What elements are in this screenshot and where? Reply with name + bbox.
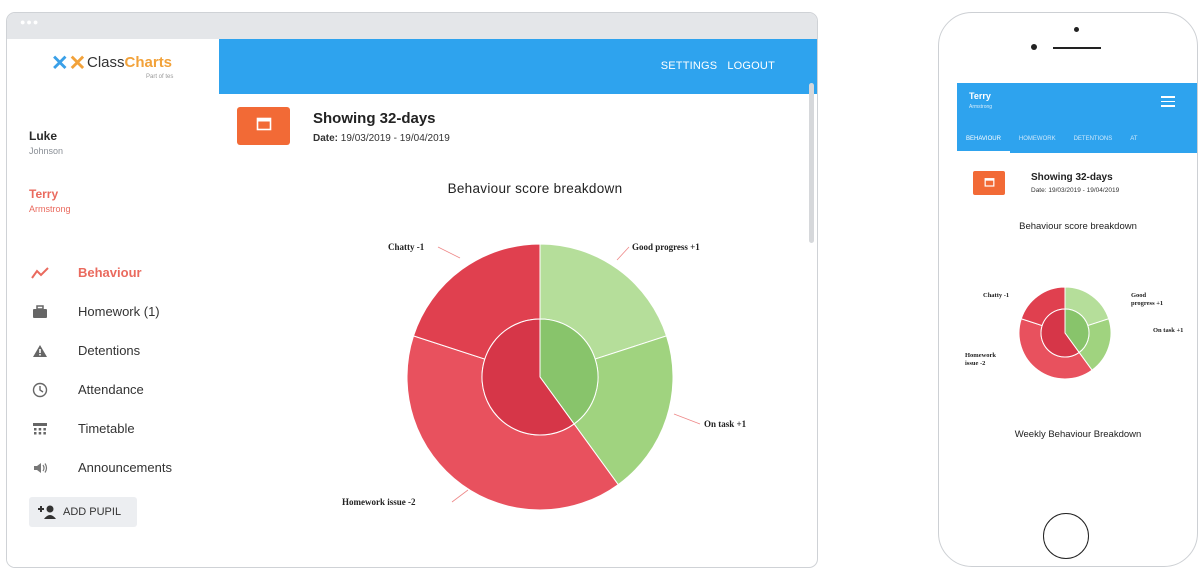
phone-pupil-last-name: Armstrong [969, 104, 993, 110]
sidebar-item-timetable[interactable]: Timetable [7, 409, 219, 448]
phone-pupil-first-name: Terry [969, 91, 991, 101]
sidebar-item-detentions[interactable]: Detentions [7, 331, 219, 370]
logo-wordmark: ClassCharts [87, 54, 173, 71]
pupil-item-terry[interactable]: Terry Armstrong [29, 181, 199, 220]
tab-behaviour[interactable]: BEHAVIOUR [957, 125, 1010, 153]
phone-label-on-task: On task +1 [1153, 327, 1183, 334]
pupil-last-name: Armstrong [29, 204, 71, 214]
calendar-grid-icon [29, 420, 51, 438]
chart-label-on-task: On task +1 [704, 419, 747, 429]
period-date: Date: 19/03/2019 - 19/04/2019 [313, 133, 450, 144]
briefcase-icon [29, 303, 51, 321]
main-scrollbar[interactable] [809, 83, 814, 243]
calendar-icon [256, 116, 272, 136]
phone-header: Terry Armstrong [957, 83, 1197, 125]
phone-speaker [1053, 47, 1101, 49]
sidebar-item-label: Attendance [78, 382, 144, 397]
leader-on-task [673, 413, 701, 425]
phone-label-chatty: Chatty -1 [983, 292, 1009, 299]
browser-title-bar: ●●● [7, 13, 817, 39]
settings-link[interactable]: SETTINGS [661, 60, 718, 72]
logo-subtitle: Part of tes [146, 74, 174, 80]
pupil-first-name: Luke [29, 129, 58, 143]
phone-sensor [1031, 44, 1037, 50]
sidebar-item-label: Timetable [78, 421, 135, 436]
clock-icon [29, 381, 51, 399]
chart-label-chatty: Chatty -1 [388, 242, 425, 252]
phone-label-homework-issue: issue -2 [965, 360, 985, 367]
sidebar-item-label: Homework (1) [78, 304, 160, 319]
add-pupil-button[interactable]: ADD PUPIL [29, 497, 137, 527]
pupil-last-name: Johnson [29, 146, 64, 156]
phone-period-title: Showing 32-days [1031, 172, 1113, 183]
calendar-icon [984, 174, 995, 192]
phone-label-homework: Homework [965, 352, 996, 359]
tab-homework[interactable]: HOMEWORK [1010, 125, 1065, 153]
hamburger-menu-icon[interactable] [1161, 96, 1175, 108]
sidebar-item-behaviour[interactable]: Behaviour [7, 253, 219, 292]
sidebar-item-homework[interactable]: Homework (1) [7, 292, 219, 331]
speaker-icon [29, 459, 51, 477]
phone-label-good: Good [1131, 292, 1147, 299]
phone-screen: Terry Armstrong BEHAVIOUR HOMEWORK DETEN… [957, 83, 1197, 483]
logout-link[interactable]: LOGOUT [727, 60, 775, 72]
phone-behaviour-chart: Chatty -1 Good progress +1 On task +1 Ho… [965, 286, 1183, 380]
sidebar: ✕✕ ClassCharts Part of tes Luke Johnson … [7, 39, 219, 567]
phone-tab-bar: BEHAVIOUR HOMEWORK DETENTIONS AT [957, 125, 1197, 153]
logo-mark-icon: ✕✕ [51, 52, 87, 75]
phone-chart-title: Behaviour score breakdown [1019, 221, 1137, 232]
top-navbar: SETTINGS LOGOUT [219, 39, 817, 94]
sidebar-item-attendance[interactable]: Attendance [7, 370, 219, 409]
sidebar-item-announcements[interactable]: Announcements [7, 448, 219, 487]
sidebar-item-label: Detentions [78, 343, 141, 358]
mobile-phone-frame: Terry Armstrong BEHAVIOUR HOMEWORK DETEN… [938, 12, 1198, 567]
phone-calendar-button[interactable] [973, 171, 1005, 195]
date-range-calendar-button[interactable] [237, 107, 290, 145]
add-user-icon [37, 504, 57, 520]
add-pupil-label: ADD PUPIL [63, 506, 122, 518]
leader-good-progress [616, 246, 630, 261]
phone-period-date: Date: 19/03/2019 - 19/04/2019 [1031, 187, 1120, 194]
trend-line-icon [29, 264, 51, 282]
window-controls[interactable]: ●●● [20, 17, 39, 27]
classcharts-logo[interactable]: ✕✕ ClassCharts Part of tes [51, 49, 191, 83]
pupil-item-luke[interactable]: Luke Johnson [29, 129, 199, 156]
behaviour-score-breakdown-chart: Chatty -1 Good progress +1 On task +1 Ho… [342, 242, 747, 511]
phone-weekly-title: Weekly Behaviour Breakdown [1014, 429, 1142, 440]
chart-label-homework-issue: Homework issue -2 [342, 497, 416, 507]
chart-title: Behaviour score breakdown [447, 181, 623, 196]
phone-home-button[interactable] [1043, 513, 1089, 559]
chart-label-good-progress: Good progress +1 [632, 242, 700, 252]
tab-detentions[interactable]: DETENTIONS [1065, 125, 1122, 153]
phone-camera [1074, 27, 1079, 32]
pupil-first-name: Terry [29, 187, 59, 201]
period-title: Showing 32-days [313, 110, 436, 127]
sidebar-nav: Behaviour Homework (1) Detentions Attend… [7, 253, 219, 487]
leader-chatty [437, 246, 461, 259]
sidebar-item-label: Announcements [78, 460, 172, 475]
warning-triangle-icon [29, 342, 51, 360]
phone-label-good-progress: progress +1 [1131, 300, 1163, 307]
sidebar-item-label: Behaviour [78, 265, 142, 280]
tab-attendance[interactable]: AT [1121, 125, 1146, 153]
leader-homework-issue [451, 489, 469, 503]
